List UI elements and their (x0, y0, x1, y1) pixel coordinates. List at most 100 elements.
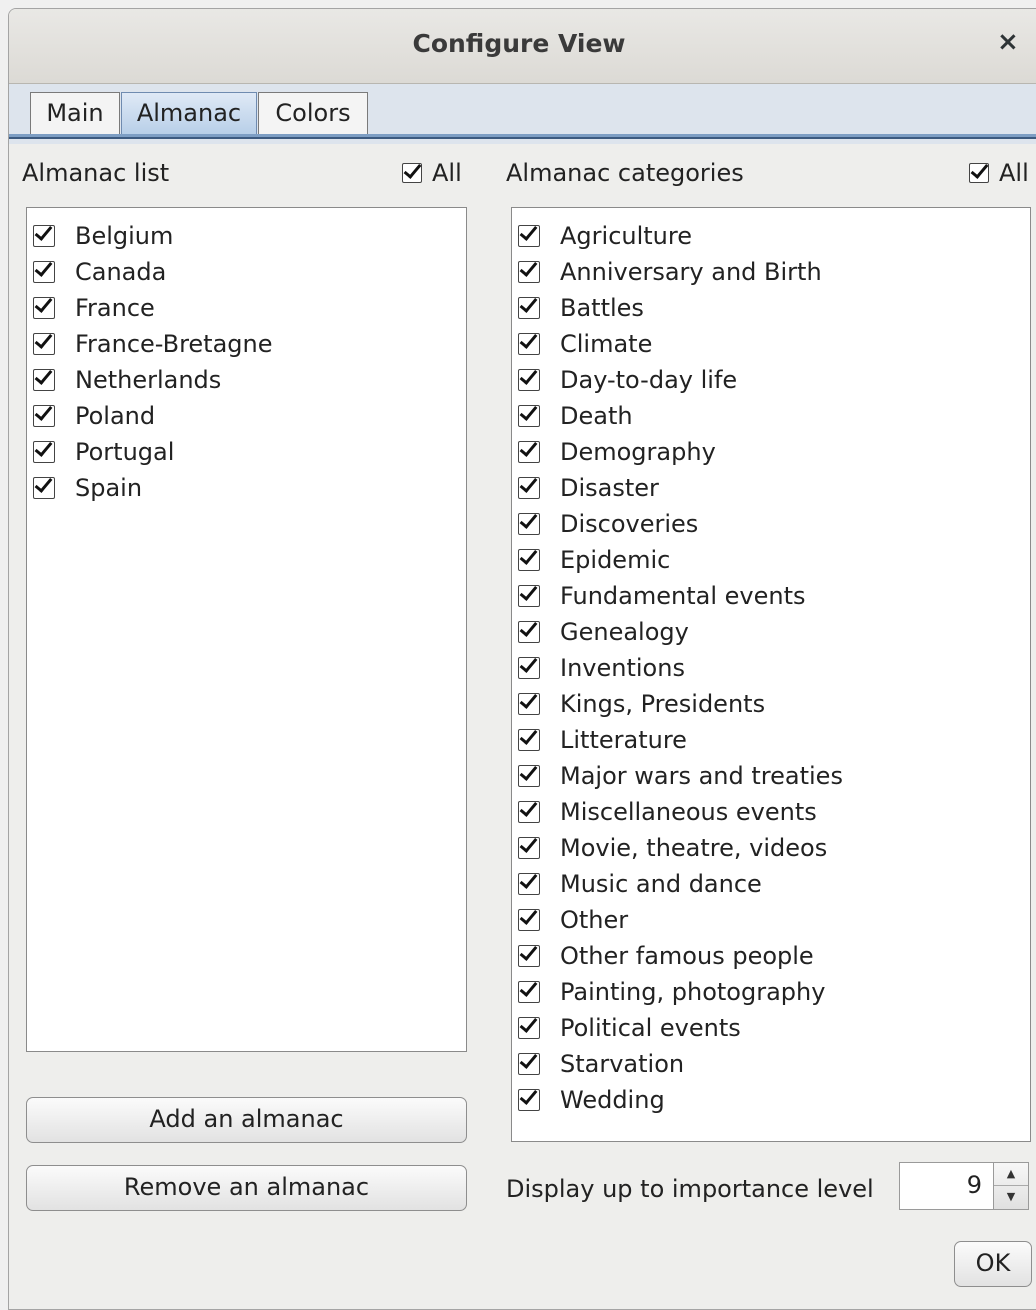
checkbox-checked-icon[interactable] (518, 585, 540, 607)
checkbox-checked-icon[interactable] (518, 945, 540, 967)
spinner-down-icon[interactable]: ▼ (994, 1186, 1028, 1208)
list-item-label: Wedding (560, 1086, 665, 1114)
list-item[interactable]: Epidemic (518, 542, 670, 578)
almanac-categories-all-checkbox[interactable]: All (969, 159, 1029, 187)
checkbox-checked-icon[interactable] (518, 405, 540, 427)
list-item[interactable]: Disaster (518, 470, 659, 506)
importance-level-spinner[interactable]: 9 ▲ ▼ (899, 1162, 1029, 1210)
list-item[interactable]: Canada (33, 254, 166, 290)
checkbox-checked-icon[interactable] (33, 441, 55, 463)
checkbox-checked-icon[interactable] (518, 1017, 540, 1039)
list-item[interactable]: Day-to-day life (518, 362, 737, 398)
almanac-list-all-checkbox[interactable]: All (402, 159, 462, 187)
checkbox-checked-icon[interactable] (518, 1053, 540, 1075)
list-item-label: Day-to-day life (560, 366, 738, 394)
checkbox-checked-icon[interactable] (518, 297, 540, 319)
list-item[interactable]: Climate (518, 326, 652, 362)
checkbox-checked-icon[interactable] (518, 549, 540, 571)
list-item[interactable]: Other famous people (518, 938, 814, 974)
checkbox-checked-icon[interactable] (518, 693, 540, 715)
list-item-label: Portugal (75, 438, 175, 466)
list-item-label: Anniversary and Birth (560, 258, 822, 286)
list-item[interactable]: Fundamental events (518, 578, 805, 614)
checkbox-checked-icon[interactable] (518, 909, 540, 931)
list-item[interactable]: Discoveries (518, 506, 698, 542)
list-item[interactable]: France-Bretagne (33, 326, 273, 362)
checkbox-checked-icon[interactable] (33, 477, 55, 499)
checkbox-checked-icon[interactable] (518, 513, 540, 535)
spinner-up-icon[interactable]: ▲ (994, 1163, 1028, 1186)
configure-view-dialog: Configure View × Main Almanac Colors Alm… (8, 8, 1036, 1310)
checkbox-checked-icon[interactable] (33, 225, 55, 247)
almanac-list-box[interactable]: Belgium Canada France France-Bretagne Nether… (26, 207, 467, 1052)
tab-almanac[interactable]: Almanac (121, 92, 257, 134)
checkbox-checked-icon (402, 163, 422, 183)
list-item[interactable]: Demography (518, 434, 716, 470)
checkbox-checked-icon[interactable] (518, 981, 540, 1003)
list-item[interactable]: Starvation (518, 1046, 684, 1082)
checkbox-checked-icon[interactable] (33, 297, 55, 319)
tab-main[interactable]: Main (30, 92, 120, 134)
checkbox-checked-icon[interactable] (518, 477, 540, 499)
almanac-categories-box[interactable]: Agriculture Anniversary and Birth Battles C… (511, 207, 1031, 1142)
list-item[interactable]: Agriculture (518, 218, 692, 254)
checkbox-checked-icon[interactable] (518, 1089, 540, 1111)
checkbox-checked-icon[interactable] (518, 225, 540, 247)
close-icon[interactable]: × (997, 27, 1019, 57)
list-item[interactable]: Kings, Presidents (518, 686, 765, 722)
checkbox-checked-icon[interactable] (33, 369, 55, 391)
tab-colors[interactable]: Colors (258, 92, 368, 134)
list-item[interactable]: France (33, 290, 155, 326)
list-item[interactable]: Music and dance (518, 866, 762, 902)
list-item-label: Litterature (560, 726, 687, 754)
list-item[interactable]: Painting, photography (518, 974, 825, 1010)
list-item[interactable]: Poland (33, 398, 155, 434)
list-item[interactable]: Spain (33, 470, 142, 506)
list-item-label: Inventions (560, 654, 685, 682)
list-item[interactable]: Miscellaneous events (518, 794, 817, 830)
checkbox-checked-icon[interactable] (518, 657, 540, 679)
checkbox-checked-icon[interactable] (518, 441, 540, 463)
checkbox-checked-icon[interactable] (518, 765, 540, 787)
checkbox-checked-icon[interactable] (518, 873, 540, 895)
list-item-label: Discoveries (560, 510, 699, 538)
ok-button[interactable]: OK (954, 1241, 1032, 1287)
list-item[interactable]: Wedding (518, 1082, 665, 1118)
list-item[interactable]: Inventions (518, 650, 685, 686)
checkbox-checked-icon[interactable] (33, 333, 55, 355)
list-item[interactable]: Movie, theatre, videos (518, 830, 827, 866)
list-item[interactable]: Portugal (33, 434, 174, 470)
list-item-label: Political events (560, 1014, 741, 1042)
list-item[interactable]: Death (518, 398, 633, 434)
list-item-label: Poland (75, 402, 156, 430)
list-item-label: France-Bretagne (75, 330, 273, 358)
checkbox-checked-icon[interactable] (518, 369, 540, 391)
list-item[interactable]: Netherlands (33, 362, 221, 398)
list-item[interactable]: Anniversary and Birth (518, 254, 822, 290)
checkbox-checked-icon[interactable] (518, 621, 540, 643)
list-item[interactable]: Political events (518, 1010, 741, 1046)
list-item-label: Epidemic (560, 546, 671, 574)
list-item-label: Death (560, 402, 633, 430)
checkbox-checked-icon[interactable] (518, 837, 540, 859)
checkbox-checked-icon[interactable] (518, 333, 540, 355)
add-almanac-button[interactable]: Add an almanac (26, 1097, 467, 1143)
list-item[interactable]: Genealogy (518, 614, 689, 650)
list-item-label: Other famous people (560, 942, 814, 970)
remove-almanac-button[interactable]: Remove an almanac (26, 1165, 467, 1211)
list-item-label: Climate (560, 330, 653, 358)
list-item[interactable]: Major wars and treaties (518, 758, 843, 794)
importance-level-value[interactable]: 9 (967, 1171, 982, 1199)
importance-level-label: Display up to importance level (506, 1175, 874, 1203)
list-item-label: Disaster (560, 474, 659, 502)
checkbox-checked-icon[interactable] (33, 405, 55, 427)
checkbox-checked-icon[interactable] (518, 729, 540, 751)
list-item[interactable]: Belgium (33, 218, 173, 254)
list-item-label: Genealogy (560, 618, 689, 646)
checkbox-checked-icon[interactable] (518, 801, 540, 823)
list-item[interactable]: Litterature (518, 722, 687, 758)
list-item[interactable]: Other (518, 902, 628, 938)
checkbox-checked-icon[interactable] (33, 261, 55, 283)
list-item[interactable]: Battles (518, 290, 644, 326)
checkbox-checked-icon[interactable] (518, 261, 540, 283)
